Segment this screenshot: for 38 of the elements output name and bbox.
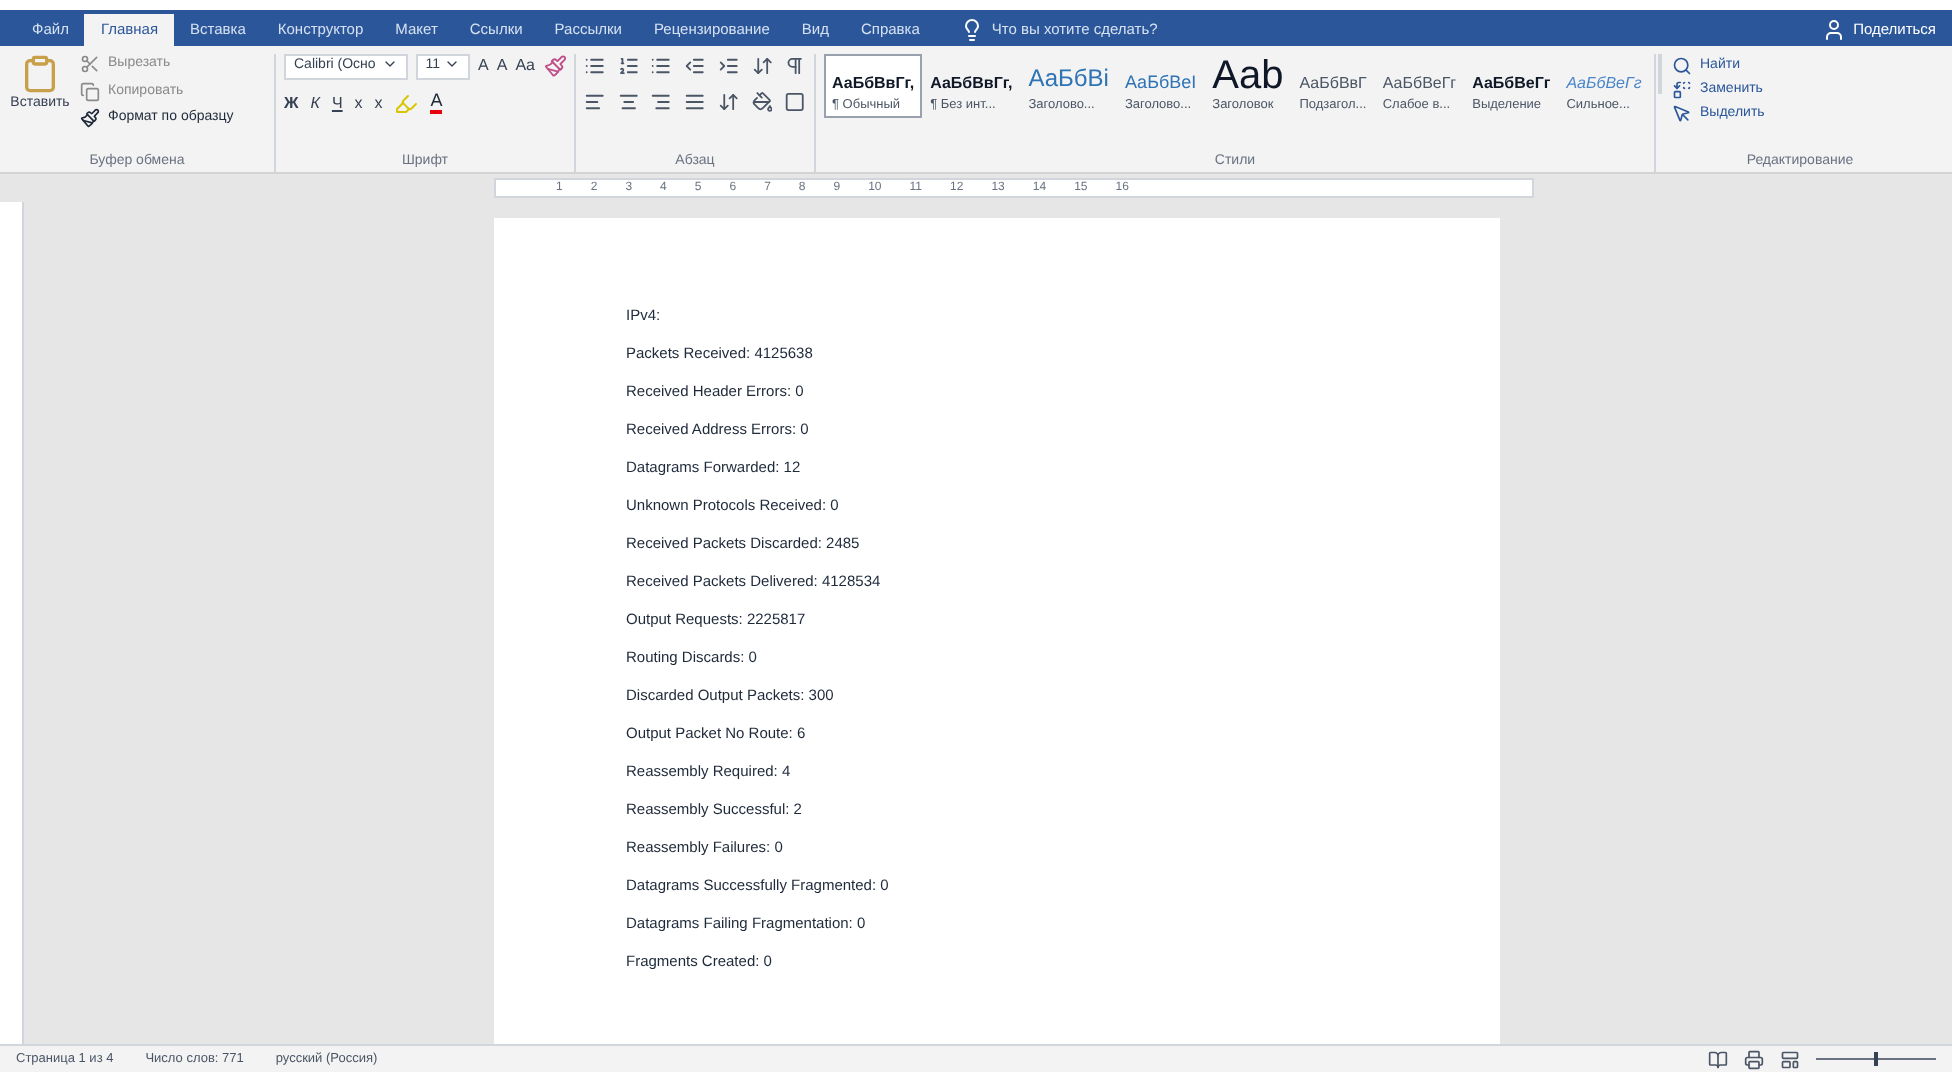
user-icon[interactable] [1821, 18, 1846, 42]
copy-icon [80, 81, 100, 102]
font-format-button[interactable]: A [478, 54, 489, 79]
bullet-list-icon[interactable] [584, 54, 606, 78]
lightbulb-icon[interactable] [959, 18, 984, 42]
border-icon[interactable] [784, 90, 807, 114]
font-format-button[interactable]: Ж [284, 91, 299, 115]
font-format-button[interactable]: x [354, 91, 363, 115]
indent-icon[interactable] [717, 54, 740, 78]
print-layout-icon[interactable] [1744, 1049, 1764, 1069]
shading-icon[interactable] [751, 90, 773, 114]
align-left-icon[interactable] [584, 90, 606, 114]
paintbrush-icon [80, 108, 100, 129]
font-format-button[interactable]: x [374, 91, 383, 115]
outdent-icon[interactable] [684, 54, 706, 78]
replace-icon [1672, 80, 1692, 100]
justify-icon[interactable] [684, 90, 706, 114]
align-center-icon[interactable] [617, 90, 639, 114]
font-color-button[interactable]: A [430, 92, 443, 114]
cursor-icon [1672, 104, 1692, 124]
search-icon [1672, 56, 1692, 76]
brush-icon[interactable] [543, 54, 566, 79]
pilcrow-icon[interactable] [784, 54, 807, 78]
read-mode-icon[interactable] [1708, 1049, 1728, 1069]
numbered-list-icon[interactable] [617, 54, 639, 78]
sort-icon[interactable] [751, 54, 773, 78]
font-format-button[interactable]: К [310, 91, 320, 115]
scissors-icon [80, 54, 100, 75]
font-format-button[interactable]: Aa [515, 54, 535, 79]
font-format-button[interactable]: A [496, 54, 508, 79]
chevron-down-icon[interactable] [444, 56, 461, 72]
multilevel-list-icon[interactable] [650, 54, 673, 78]
clipboard-icon [20, 54, 60, 94]
line-spacing-icon[interactable] [717, 90, 740, 114]
font-format-button[interactable]: Ч [331, 91, 343, 115]
chevron-down-icon[interactable] [381, 56, 398, 72]
web-layout-icon[interactable] [1780, 1049, 1800, 1069]
align-right-icon[interactable] [650, 90, 673, 114]
